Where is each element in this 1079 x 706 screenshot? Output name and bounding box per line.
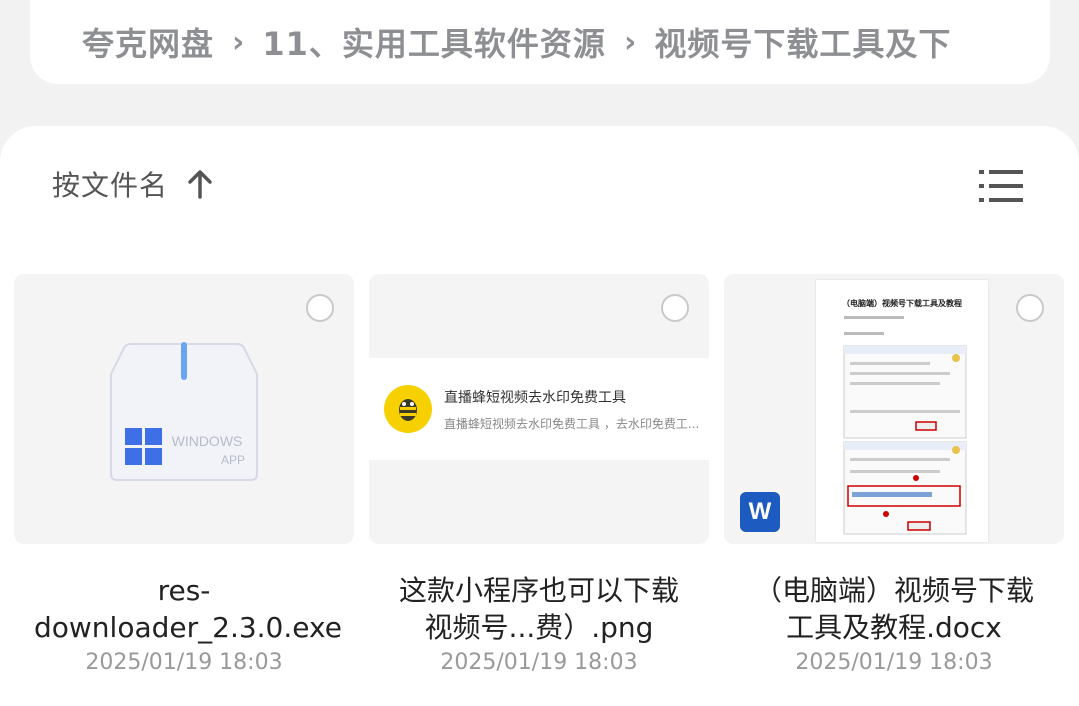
file-thumbnail[interactable]: WINDOWS APP — [14, 274, 354, 544]
file-name[interactable]: （电脑端）视频号下载工具及教程.docx — [724, 572, 1064, 646]
file-card-png[interactable]: 直播蜂短视频去水印免费工具 直播蜂短视频去水印免费工具 ，去水印免费工... 这… — [369, 274, 709, 675]
windows-app-icon: WINDOWS APP — [110, 342, 258, 481]
word-file-icon: W — [740, 492, 780, 532]
windows-text: WINDOWS — [172, 433, 243, 449]
breadcrumb: 夸克网盘 › 11、实用工具软件资源 › 视频号下载工具及下 — [30, 0, 1050, 84]
sort-label: 按文件名 — [52, 169, 169, 202]
bee-logo-icon — [384, 385, 432, 433]
preview-title: 直播蜂短视频去水印免费工具 — [444, 389, 626, 406]
breadcrumb-item-current[interactable]: 视频号下载工具及下 — [654, 19, 951, 65]
file-panel: 按文件名 WINDOWS APP res-downloader_2.3.0.ex… — [0, 126, 1079, 706]
file-name[interactable]: 这款小程序也可以下载视频号...费）.png — [369, 572, 709, 646]
select-checkbox[interactable] — [1016, 294, 1044, 322]
breadcrumb-item-folder[interactable]: 11、实用工具软件资源 — [262, 19, 606, 65]
file-card-exe[interactable]: WINDOWS APP res-downloader_2.3.0.exe 202… — [14, 274, 354, 675]
document-screenshot-illustration — [843, 316, 967, 535]
file-name[interactable]: res-downloader_2.3.0.exe — [14, 572, 354, 646]
file-thumbnail[interactable]: （电脑端）视频号下载工具及教程 W — [724, 274, 1064, 544]
file-date: 2025/01/19 18:03 — [85, 650, 283, 675]
document-preview: （电脑端）视频号下载工具及教程 — [816, 280, 988, 542]
document-preview-title: （电脑端）视频号下载工具及教程 — [842, 299, 962, 308]
breadcrumb-item-root[interactable]: 夸克网盘 — [82, 19, 214, 65]
list-view-icon[interactable] — [978, 166, 1024, 206]
select-checkbox[interactable] — [306, 294, 334, 322]
image-preview: 直播蜂短视频去水印免费工具 直播蜂短视频去水印免费工具 ，去水印免费工... — [369, 358, 709, 460]
file-thumbnail[interactable]: 直播蜂短视频去水印免费工具 直播蜂短视频去水印免费工具 ，去水印免费工... — [369, 274, 709, 544]
arrow-up-icon — [188, 170, 212, 199]
file-date: 2025/01/19 18:03 — [795, 650, 993, 675]
preview-description: 直播蜂短视频去水印免费工具 ，去水印免费工... — [444, 416, 700, 431]
breadcrumb-separator-icon: › — [232, 24, 245, 60]
file-date: 2025/01/19 18:03 — [440, 650, 638, 675]
app-text: APP — [221, 453, 245, 467]
breadcrumb-separator-icon: › — [623, 24, 637, 60]
file-card-docx[interactable]: （电脑端）视频号下载工具及教程 W （电脑端）视频号下载工具及教程.docx 2… — [724, 274, 1064, 675]
select-checkbox[interactable] — [661, 294, 689, 322]
sort-button[interactable]: 按文件名 — [52, 164, 214, 204]
